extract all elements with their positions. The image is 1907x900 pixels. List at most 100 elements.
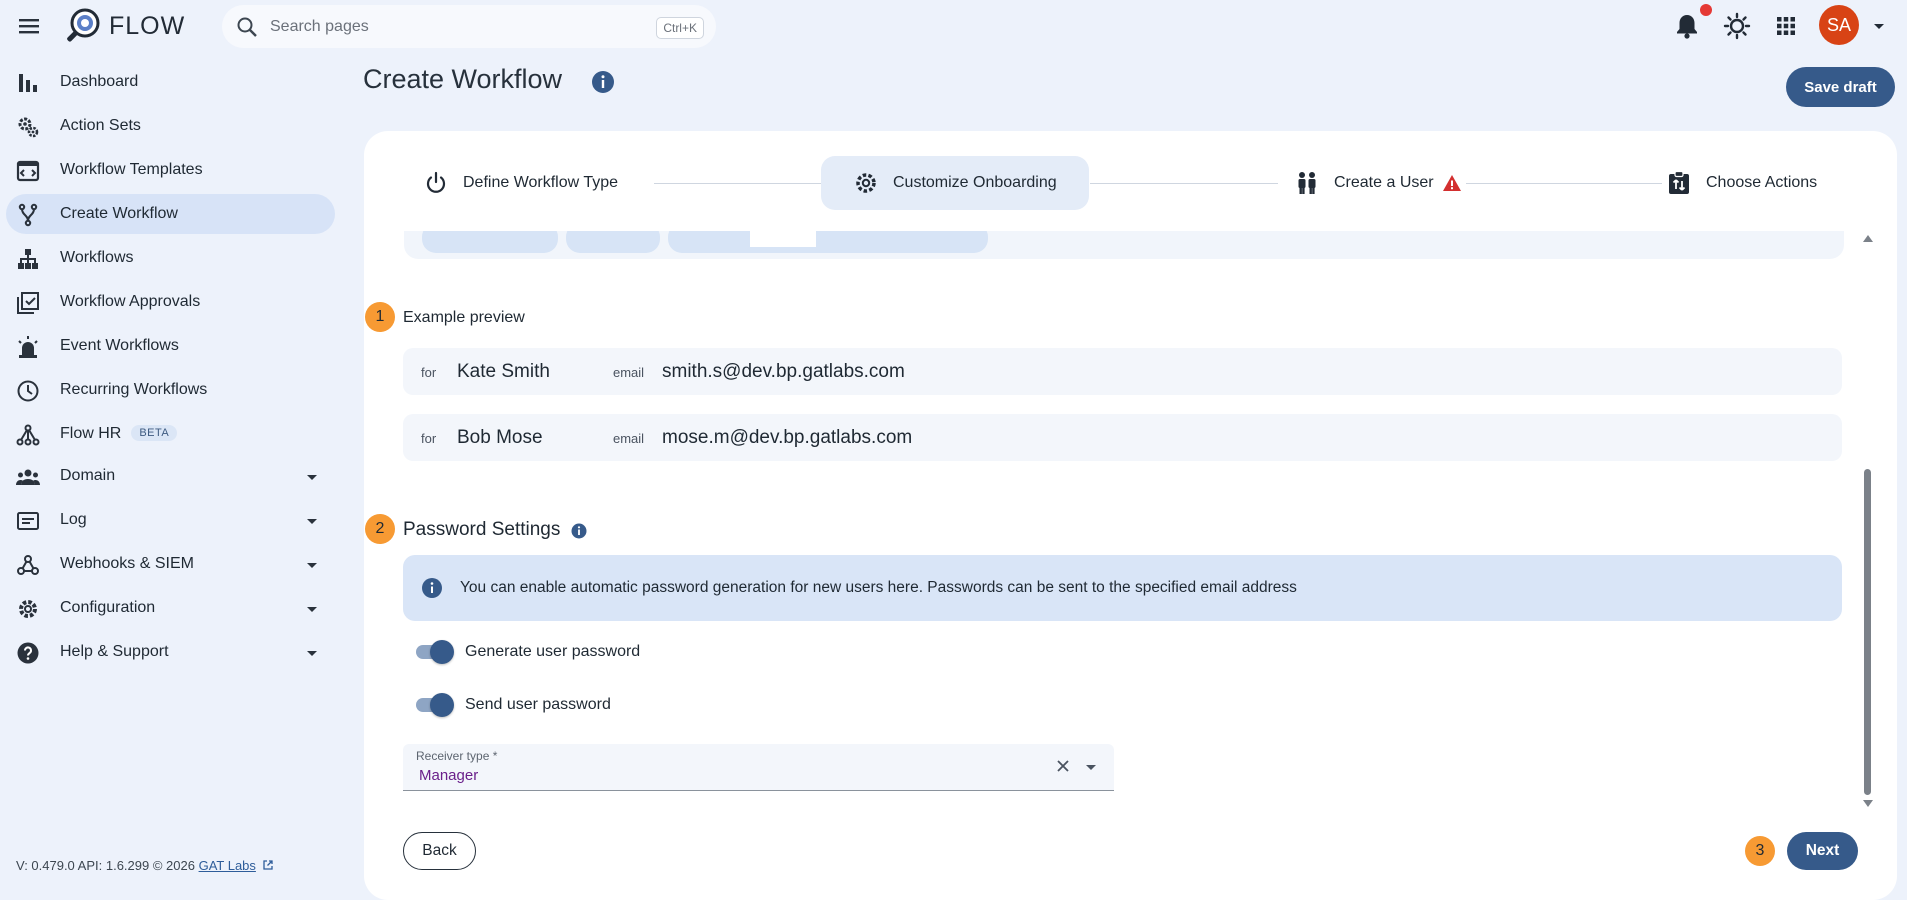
- chevron-down-icon: [302, 511, 322, 531]
- send-password-toggle[interactable]: [416, 692, 454, 718]
- sidebar-item-label: Configuration: [60, 599, 156, 616]
- search-icon: [236, 16, 258, 38]
- generate-password-toggle[interactable]: [416, 639, 454, 665]
- template-icon: [16, 159, 40, 183]
- sidebar-item-workflow-templates[interactable]: Workflow Templates: [6, 150, 335, 190]
- chevron-down-icon: [302, 555, 322, 575]
- sidebar-item-log[interactable]: Log: [6, 500, 335, 540]
- apps-grid-icon[interactable]: [1772, 12, 1800, 40]
- help-icon: [16, 641, 40, 665]
- sidebar-item-label: Event Workflows: [60, 337, 179, 354]
- approval-icon: [16, 291, 40, 315]
- sidebar-item-label: Workflows: [60, 249, 134, 266]
- sidebar-item-label: Workflow Approvals: [60, 293, 201, 310]
- step-customize-onboarding[interactable]: Customize Onboarding: [821, 156, 1089, 210]
- chevron-down-icon[interactable]: [1870, 17, 1888, 35]
- password-settings-heading: Password Settings: [403, 519, 561, 540]
- warning-icon: [1442, 173, 1462, 193]
- sidebar-item-flow-hr[interactable]: Flow HR BETA: [6, 414, 335, 454]
- next-button[interactable]: Next: [1787, 832, 1858, 870]
- variable-chip[interactable]: [566, 231, 660, 253]
- gear-icon: [16, 597, 40, 621]
- sidebar-item-recurring-workflows[interactable]: Recurring Workflows: [6, 370, 335, 410]
- sidebar-item-label: Flow HR BETA: [60, 425, 178, 443]
- wizard-card: Define Workflow Type Customize Onboardin…: [364, 131, 1897, 900]
- bar-chart-icon: [16, 71, 40, 95]
- menu-icon[interactable]: [16, 14, 42, 38]
- sidebar-item-action-sets[interactable]: Action Sets: [6, 106, 335, 146]
- toggle-thumb: [430, 693, 454, 717]
- variable-chip[interactable]: [422, 231, 558, 253]
- sidebar-item-label: Log: [60, 511, 87, 528]
- clear-icon[interactable]: [1053, 756, 1073, 776]
- brand-name: FLOW: [109, 12, 186, 40]
- receiver-type-select[interactable]: Receiver type * Manager: [403, 744, 1114, 791]
- bell-icon[interactable]: [1673, 12, 1701, 40]
- sidebar-item-event-workflows[interactable]: Event Workflows: [6, 326, 335, 366]
- step-label: Choose Actions: [1706, 174, 1818, 191]
- info-icon: [421, 577, 443, 599]
- receiver-type-value: Manager: [419, 767, 479, 784]
- step-create-a-user[interactable]: Create a User: [1294, 156, 1462, 210]
- save-draft-button[interactable]: Save draft: [1786, 67, 1895, 107]
- step-number-badge: 2: [365, 514, 395, 544]
- scrollbar-thumb[interactable]: [1864, 469, 1871, 795]
- people-icon: [1294, 170, 1320, 196]
- beta-badge: BETA: [131, 425, 178, 441]
- chevron-down-icon[interactable]: [1081, 757, 1101, 777]
- email-label: email: [613, 365, 645, 380]
- step-number-badge: 3: [1745, 836, 1775, 866]
- theme-toggle-icon[interactable]: [1723, 12, 1751, 40]
- search-bar[interactable]: Ctrl+K: [222, 5, 716, 48]
- info-icon[interactable]: [591, 70, 615, 94]
- scroll-down-icon[interactable]: [1863, 800, 1873, 807]
- notification-dot: [1700, 4, 1712, 16]
- version-text: V: 0.479.0 API: 1.6.299 © 2026: [16, 858, 195, 873]
- step-label: Customize Onboarding: [893, 174, 1057, 191]
- sidebar-item-label: Recurring Workflows: [60, 381, 208, 398]
- sidebar-item-create-workflow[interactable]: Create Workflow: [6, 194, 335, 234]
- step-connector: [1466, 183, 1662, 184]
- email-label: email: [613, 431, 645, 446]
- gat-labs-link-text: GAT Labs: [198, 858, 256, 873]
- preview-name: Bob Mose: [457, 427, 543, 448]
- scroll-up-icon[interactable]: [1863, 235, 1873, 242]
- sidebar-item-workflows[interactable]: Workflows: [6, 238, 335, 278]
- sidebar-item-webhooks-siem[interactable]: Webhooks & SIEM: [6, 544, 335, 584]
- sidebar-item-configuration[interactable]: Configuration: [6, 588, 335, 628]
- password-info-alert: You can enable automatic password genera…: [403, 555, 1842, 621]
- preview-row: for Bob Mose email mose.m@dev.bp.gatlabs…: [403, 414, 1842, 461]
- preview-email: mose.m@dev.bp.gatlabs.com: [662, 427, 913, 448]
- external-link-icon: [262, 860, 273, 870]
- sidebar-item-workflow-approvals[interactable]: Workflow Approvals: [6, 282, 335, 322]
- gat-labs-link[interactable]: GAT Labs: [199, 858, 256, 873]
- step-choose-actions[interactable]: Choose Actions: [1666, 156, 1817, 210]
- sidebar-item-dashboard[interactable]: Dashboard: [6, 62, 335, 102]
- variable-chip[interactable]: [668, 231, 988, 253]
- step-define-workflow-type[interactable]: Define Workflow Type: [423, 156, 618, 210]
- branch-icon: [16, 203, 40, 227]
- sidebar-item-label: Create Workflow: [60, 205, 178, 222]
- user-avatar[interactable]: SA: [1819, 5, 1859, 45]
- receiver-type-label: Receiver type *: [416, 749, 498, 763]
- generate-password-label: Generate user password: [465, 643, 641, 660]
- webhook-icon: [16, 553, 40, 577]
- stepper: Define Workflow Type Customize Onboardin…: [364, 156, 1897, 212]
- page-title: Create Workflow: [363, 64, 563, 94]
- step-connector: [1090, 183, 1278, 184]
- back-button[interactable]: Back: [403, 832, 476, 870]
- alert-text: You can enable automatic password genera…: [460, 579, 1297, 596]
- step-number-badge: 1: [365, 302, 395, 332]
- sidebar-item-help-support[interactable]: Help & Support: [6, 632, 335, 672]
- for-label: for: [421, 365, 437, 380]
- chip-input[interactable]: [750, 231, 816, 247]
- content-scrollbar[interactable]: [1862, 235, 1874, 807]
- search-input[interactable]: [270, 15, 610, 39]
- step-connector: [654, 183, 836, 184]
- power-icon: [423, 170, 449, 196]
- flow-logo-icon[interactable]: [63, 7, 103, 47]
- gear-icon: [853, 170, 879, 196]
- info-icon[interactable]: [571, 523, 587, 539]
- sidebar-item-domain[interactable]: Domain: [6, 456, 335, 496]
- hierarchy-icon: [16, 247, 40, 271]
